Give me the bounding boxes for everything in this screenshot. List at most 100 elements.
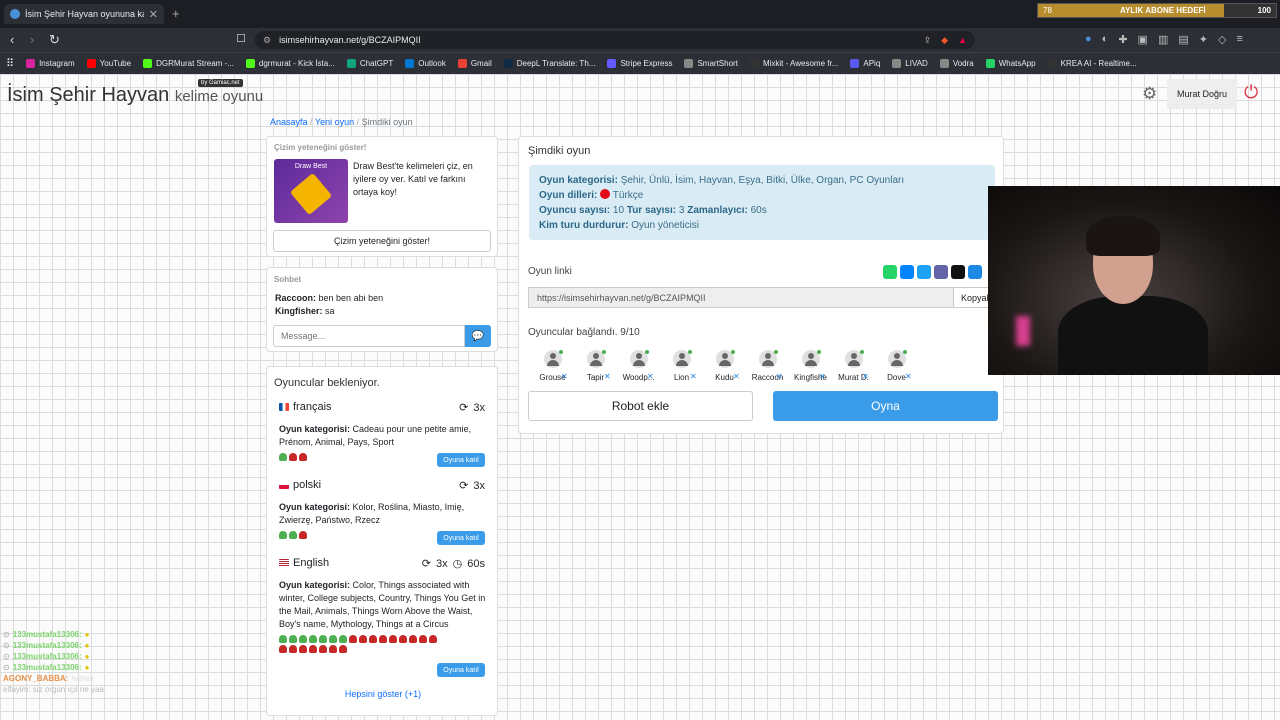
- play-button[interactable]: Oyna: [773, 391, 998, 421]
- share-button-icon[interactable]: [883, 265, 897, 279]
- kick-player-icon[interactable]: ✕: [690, 372, 697, 381]
- player-item: ✕ Lion: [660, 350, 703, 382]
- show-all-link[interactable]: Hepsini göster (+1): [267, 689, 499, 699]
- reload-icon[interactable]: ↻: [49, 32, 60, 48]
- join-game-button[interactable]: Oyuna katıl: [437, 531, 485, 545]
- new-tab-icon[interactable]: +: [172, 6, 180, 21]
- lang-name: English: [293, 557, 330, 569]
- bookmark-item[interactable]: Stripe Express: [601, 59, 678, 68]
- bookmark-item[interactable]: DGRMurat Stream -...: [137, 59, 240, 68]
- rewards-icon[interactable]: ▲: [958, 35, 967, 46]
- settings-gear-icon[interactable]: ⚙: [1142, 84, 1157, 104]
- online-indicator-icon: [860, 350, 864, 354]
- wallet-icon[interactable]: ▤: [1178, 33, 1188, 46]
- kick-player-icon[interactable]: ✕: [604, 372, 611, 381]
- clock-icon: ◷: [452, 558, 463, 570]
- join-game-button[interactable]: Oyuna katıl: [437, 663, 485, 677]
- share-button-icon[interactable]: [951, 265, 965, 279]
- bookmark-favicon-icon: [1047, 59, 1057, 68]
- bookmark-item[interactable]: LIVAD: [886, 59, 934, 68]
- chat-message-input[interactable]: [273, 325, 465, 347]
- bookmark-item[interactable]: WhatsApp: [980, 59, 1042, 68]
- brave-shield-icon[interactable]: ◆: [941, 35, 948, 46]
- kick-player-icon[interactable]: ✕: [647, 372, 654, 381]
- site-logo[interactable]: İsim Şehir Hayvan kelime oyunu: [7, 84, 263, 107]
- bookmark-item[interactable]: APiq: [844, 59, 886, 68]
- player-item: ✕ Raccoon: [746, 350, 789, 382]
- player-slot-empty-icon: [389, 635, 397, 643]
- site-favicon-icon: [10, 9, 20, 19]
- bookmark-item[interactable]: KREA AI - Realtime...: [1042, 59, 1143, 68]
- flag-icon: [279, 403, 289, 411]
- kick-player-icon[interactable]: ✕: [733, 372, 740, 381]
- vpn-icon[interactable]: ◇: [1218, 33, 1226, 46]
- label: Zamanlayıcı:: [687, 205, 748, 216]
- site-info-icon[interactable]: ⚙: [263, 35, 271, 46]
- user-menu-button[interactable]: Murat Doğru: [1167, 79, 1237, 109]
- breadcrumb: Anasayfa / Yeni oyun / Şimdiki oyun: [270, 117, 413, 127]
- join-game-button[interactable]: Oyuna katıl: [437, 453, 485, 467]
- player-slot-filled-icon: [339, 635, 347, 643]
- logout-power-icon[interactable]: ⏻: [1244, 82, 1258, 103]
- player-slot-filled-icon: [309, 635, 317, 643]
- bookmark-item[interactable]: Outlook: [399, 59, 452, 68]
- bookmark-item[interactable]: ChatGPT: [341, 59, 399, 68]
- browser-tab[interactable]: İsim Şehir Hayvan oyununa katıl ✕: [4, 4, 164, 24]
- breadcrumb-home[interactable]: Anasayfa: [270, 117, 308, 127]
- player-slot-empty-icon: [399, 635, 407, 643]
- share-button-icon[interactable]: [917, 265, 931, 279]
- sidebar-icon[interactable]: ▥: [1158, 33, 1168, 46]
- bookmark-item[interactable]: Mixkit - Awesome fr...: [744, 59, 844, 68]
- bookmark-label: KREA AI - Realtime...: [1060, 59, 1137, 68]
- draw-best-image[interactable]: Draw Best: [274, 159, 348, 223]
- breadcrumb-new-game[interactable]: Yeni oyun: [315, 117, 354, 127]
- kick-player-icon[interactable]: ✕: [819, 372, 826, 381]
- label: Oyun kategorisi:: [279, 424, 351, 434]
- bookmark-favicon-icon: [850, 59, 860, 68]
- back-icon[interactable]: ‹: [10, 32, 14, 47]
- url-text: isimsehirhayvan.net/g/BCZAIPMQII: [279, 35, 421, 45]
- player-slot-empty-icon: [309, 645, 317, 653]
- share-icon[interactable]: ⇪: [924, 35, 932, 46]
- chat-title: Sohbet: [274, 275, 302, 284]
- share-button-icon[interactable]: [934, 265, 948, 279]
- bookmark-item[interactable]: Gmail: [452, 59, 498, 68]
- extensions-icon[interactable]: ✚: [1118, 33, 1127, 46]
- chat-user: Raccoon:: [275, 293, 317, 303]
- kick-player-icon[interactable]: ✕: [561, 372, 568, 381]
- kick-player-icon[interactable]: ✕: [862, 372, 869, 381]
- promo-button[interactable]: Çizim yeteneğini göster!: [273, 230, 491, 252]
- add-robot-button[interactable]: Robot ekle: [528, 391, 753, 421]
- bookmark-item[interactable]: DeepL Translate: Th...: [498, 59, 602, 68]
- kick-player-icon[interactable]: ✕: [905, 372, 912, 381]
- share-button-icon[interactable]: [900, 265, 914, 279]
- chat-text: ben ben abi ben: [318, 293, 384, 303]
- ai-icon[interactable]: ✦: [1199, 33, 1208, 46]
- streamer-body: [1058, 296, 1208, 375]
- bookmark-item[interactable]: dgrmurat - Kick İsta...: [240, 59, 341, 68]
- streamer-hair: [1086, 216, 1160, 256]
- url-field[interactable]: ⚙ isimsehirhayvan.net/g/BCZAIPMQII ⇪ ◆ ▲: [255, 31, 975, 49]
- kick-player-icon[interactable]: ✕: [776, 372, 783, 381]
- extensions-row: ● ◐ ✚ ▣ ▥ ▤ ✦ ◇ ≡: [1085, 33, 1243, 46]
- tab-title: İsim Şehir Hayvan oyununa katıl: [25, 9, 144, 19]
- bookmark-icon[interactable]: ☐: [236, 32, 246, 45]
- bookmark-item[interactable]: Vodra: [934, 59, 980, 68]
- menu-icon[interactable]: ≡: [1236, 33, 1242, 46]
- extension-icon[interactable]: ●: [1085, 33, 1092, 46]
- rounds-value: 3x: [473, 401, 485, 414]
- bookmark-item[interactable]: Instagram: [20, 59, 81, 68]
- extension-icon[interactable]: ◐: [1102, 33, 1109, 46]
- game-link-field[interactable]: https://isimsehirhayvan.net/g/BCZAIPMQII…: [528, 287, 998, 308]
- forward-icon[interactable]: ›: [30, 32, 34, 47]
- close-tab-icon[interactable]: ✕: [149, 8, 158, 21]
- send-message-button[interactable]: 💬: [465, 325, 491, 347]
- bookmark-item[interactable]: SmartShort: [678, 59, 743, 68]
- share-button-icon[interactable]: [968, 265, 982, 279]
- site-header: İsim Şehir Hayvan kelime oyunu by Gamiac…: [0, 74, 1280, 112]
- extension-icon[interactable]: ▣: [1138, 33, 1148, 46]
- bookmark-favicon-icon: [245, 59, 255, 68]
- bookmark-item[interactable]: YouTube: [81, 59, 137, 68]
- bookmark-label: Vodra: [952, 59, 974, 68]
- apps-grid-icon[interactable]: ⠿: [6, 57, 14, 70]
